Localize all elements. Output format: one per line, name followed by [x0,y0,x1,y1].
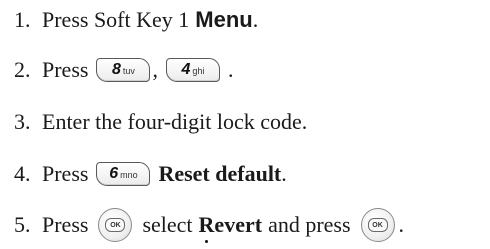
menu-label: Menu [195,7,253,32]
step-4: 4. Press 6 mno Reset default . [14,156,287,192]
step-1: 1. Press Soft Key 1 Menu . [14,2,258,38]
key-digit: 8 [111,61,121,78]
step-text-and-press: and press [268,212,351,237]
reset-default-label: Reset default [158,161,282,186]
step-text: Enter the four-digit lock code. [42,109,308,134]
step-number: 3. [14,109,31,134]
step-period: . [252,7,259,32]
ok-key-icon: OK [98,208,133,242]
step-number: 1. [14,7,31,32]
step-text: Press [42,57,89,82]
step-text: Press [42,161,89,186]
ok-key-label: OK [105,218,126,232]
step-3: 3. Enter the four-digit lock code. [14,104,307,140]
key-digit: 6 [109,165,119,182]
step-2: 2. Press 8 tuv , 4 ghi . [14,52,233,88]
separator: , [152,57,158,82]
ok-key-label: OK [367,218,388,232]
step-number: 2. [14,57,31,82]
key-letters: tuv [122,66,135,76]
step-text: Press [42,212,89,237]
key-6-mno-icon: 6 mno [96,162,151,186]
stray-dot [205,240,208,243]
step-period: . [227,57,234,82]
step-5: 5. Press OK select Revert and press OK . [14,207,404,243]
key-letters: ghi [192,66,205,76]
step-period: . [281,161,287,186]
step-text-select: select [142,212,193,237]
key-4-ghi-icon: 4 ghi [165,58,220,82]
step-number: 4. [14,161,31,186]
key-8-tuv-icon: 8 tuv [96,58,151,82]
key-digit: 4 [181,61,191,78]
step-number: 5. [14,212,31,237]
ok-key-icon: OK [360,208,395,242]
key-letters: mno [120,170,138,180]
step-text: Press Soft Key 1 [42,7,190,32]
revert-label: Revert [198,212,263,237]
step-period: . [398,212,405,237]
